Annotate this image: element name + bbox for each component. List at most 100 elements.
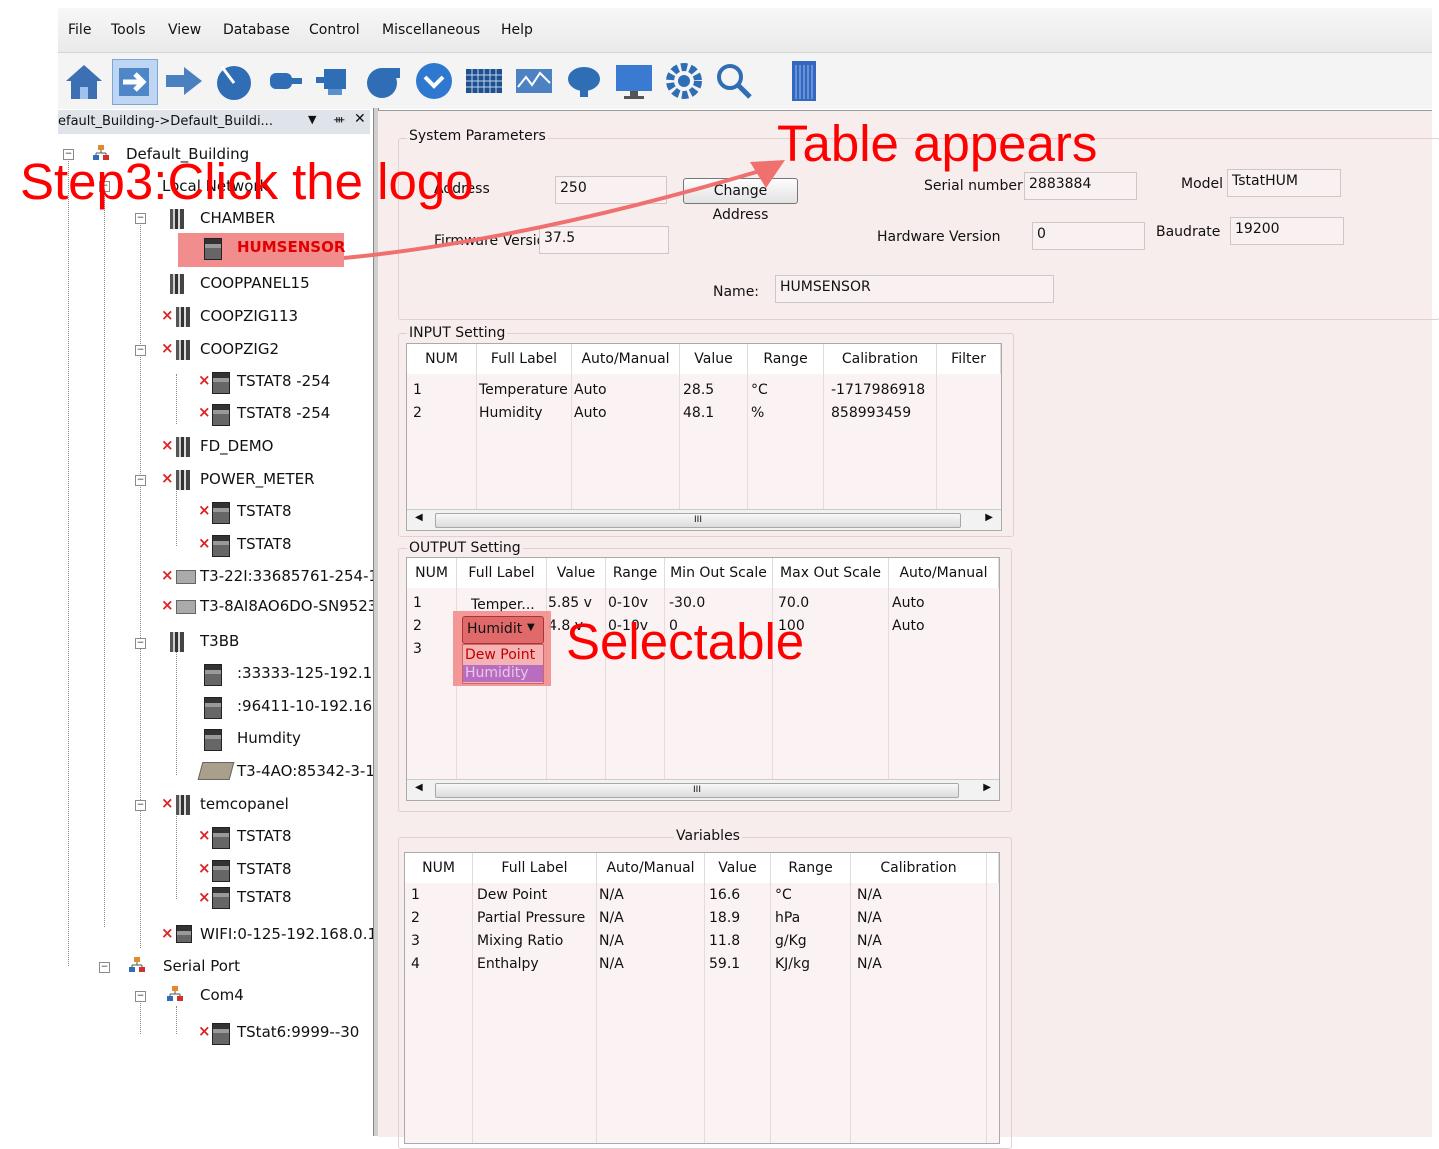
dropdown-list[interactable]: Dew Point Humidity [462, 644, 544, 684]
serial-number-field[interactable]: 2883884 [1024, 172, 1137, 200]
expand-toggle[interactable]: − [135, 345, 146, 356]
tree-node-tstat8[interactable]: TSTAT8 [237, 535, 292, 553]
tree-node-power-meter[interactable]: POWER_METER [200, 470, 315, 488]
column-header[interactable]: Max Out Scale [773, 558, 889, 588]
tree-node-tstat8-254[interactable]: TSTAT8 -254 [237, 372, 330, 390]
column-header[interactable]: NUM [405, 853, 473, 883]
column-header[interactable]: Full Label [473, 853, 597, 883]
tree-node-t3-8ai[interactable]: T3-8AI8AO6DO-SN95238 [200, 597, 373, 615]
scroll-right-icon[interactable]: ▶ [983, 782, 991, 793]
output-setting-title: OUTPUT Setting [407, 540, 523, 556]
sensor-icon[interactable] [262, 59, 306, 103]
tree-node-humdity[interactable]: Humdity [237, 729, 301, 747]
column-header[interactable]: NUM [407, 558, 457, 588]
column-header[interactable]: Full Label [457, 558, 547, 588]
input-table[interactable]: NUM Full Label Auto/Manual Value Range C… [406, 343, 1002, 531]
scroll-thumb[interactable]: III [435, 783, 959, 798]
column-header[interactable]: Range [748, 344, 824, 374]
offline-icon: × [198, 1022, 211, 1040]
expand-toggle[interactable]: − [135, 991, 146, 1002]
tree-node-coopzig113[interactable]: COOPZIG113 [200, 307, 298, 325]
dropdown-option-dew-point[interactable]: Dew Point [465, 647, 535, 663]
full-label-select[interactable]: Humidit ▼ [462, 616, 544, 644]
column-header[interactable]: Auto/Manual [889, 558, 999, 588]
tree-node-t3-22i[interactable]: T3-22I:33685761-254-192 [200, 567, 373, 585]
wave-icon[interactable] [512, 59, 556, 103]
menu-view[interactable]: View [168, 22, 201, 38]
tree-node-temcopanel[interactable]: temcopanel [200, 795, 289, 813]
expand-toggle[interactable]: − [135, 475, 146, 486]
scroll-left-icon[interactable]: ◀ [415, 782, 423, 793]
expand-toggle[interactable]: − [135, 638, 146, 649]
model-field[interactable]: TstatHUM [1227, 169, 1341, 197]
column-header[interactable]: Auto/Manual [597, 853, 705, 883]
column-header[interactable]: Auto/Manual [572, 344, 680, 374]
column-header[interactable]: Calibration [851, 853, 987, 883]
tree-node-t3bb[interactable]: T3BB [200, 632, 239, 650]
arrow-right-icon[interactable] [162, 59, 206, 103]
home-icon[interactable] [62, 59, 106, 103]
column-header[interactable]: Filter [937, 344, 1001, 374]
column-header[interactable]: Range [771, 853, 851, 883]
horizontal-scrollbar[interactable]: ◀ III ▶ [407, 779, 999, 800]
connect-icon[interactable] [112, 59, 158, 105]
tree-node-bb-device[interactable]: :33333-125-192.168 [237, 664, 373, 682]
expand-toggle[interactable]: − [99, 962, 110, 973]
building-icon[interactable] [784, 59, 828, 103]
chevron-down-circle-icon[interactable] [412, 59, 456, 103]
dropdown-arrow-icon[interactable]: ▼ [308, 113, 316, 126]
tree-node-tstat8-254[interactable]: TSTAT8 -254 [237, 404, 330, 422]
tree-node-cooppanel15[interactable]: COOPPANEL15 [200, 274, 310, 292]
tree-node-tstat8[interactable]: TSTAT8 [237, 502, 292, 520]
menu-file[interactable]: File [68, 22, 91, 38]
tree-node-tstat8[interactable]: TSTAT8 [237, 827, 292, 845]
tree-node-com4[interactable]: Com4 [200, 986, 244, 1004]
grid-icon[interactable] [462, 59, 506, 103]
column-header[interactable]: Range [606, 558, 665, 588]
tree-node-t3-4ao[interactable]: T3-4AO:85342-3-19 [237, 762, 373, 780]
expand-toggle[interactable]: − [135, 213, 146, 224]
tree-node-wifi[interactable]: WIFI:0-125-192.168.0.14 [200, 925, 373, 943]
horizontal-scrollbar[interactable]: ◀ III ▶ [407, 509, 1001, 530]
hardware-version-field[interactable]: 0 [1032, 222, 1145, 250]
column-header[interactable]: Full Label [477, 344, 572, 374]
tree-node-serial-port[interactable]: Serial Port [163, 957, 240, 975]
menu-database[interactable]: Database [223, 22, 290, 38]
menu-control[interactable]: Control [309, 22, 360, 38]
column-header[interactable]: Value [705, 853, 771, 883]
close-icon[interactable]: ✕ [354, 111, 366, 127]
menu-help[interactable]: Help [501, 22, 533, 38]
column-header[interactable]: Value [680, 344, 748, 374]
name-field[interactable]: HUMSENSOR [775, 275, 1054, 303]
scroll-left-icon[interactable]: ◀ [415, 512, 423, 523]
expand-toggle[interactable]: − [135, 800, 146, 811]
pin-icon[interactable]: ᚒ [334, 113, 344, 126]
column-header[interactable]: NUM [407, 344, 477, 374]
tree-node-tstat8[interactable]: TSTAT8 [237, 888, 292, 906]
fan-icon[interactable] [362, 59, 406, 103]
variables-table[interactable]: NUM Full Label Auto/Manual Value Range C… [404, 852, 1000, 1144]
gear-icon[interactable] [662, 59, 706, 103]
dropdown-option-humidity[interactable]: Humidity [463, 665, 543, 682]
scroll-thumb[interactable]: III [435, 513, 961, 528]
search-icon[interactable] [712, 59, 756, 103]
baudrate-field[interactable]: 19200 [1230, 217, 1344, 245]
output-icon[interactable] [312, 59, 356, 103]
input-setting-title: INPUT Setting [407, 325, 508, 341]
column-header[interactable]: Calibration [824, 344, 937, 374]
scroll-right-icon[interactable]: ▶ [985, 512, 993, 523]
tree-node-tstat6[interactable]: TStat6:9999--30 [237, 1023, 359, 1041]
menu-tools[interactable]: Tools [111, 22, 146, 38]
tree-node-chamber[interactable]: CHAMBER [200, 209, 275, 227]
monitor-icon[interactable] [612, 59, 656, 103]
gauge-icon[interactable] [212, 59, 256, 103]
tree-node-coopzig2[interactable]: COOPZIG2 [200, 340, 279, 358]
menu-miscellaneous[interactable]: Miscellaneous [382, 22, 480, 38]
column-header[interactable]: Value [547, 558, 606, 588]
column-header[interactable]: Min Out Scale [665, 558, 773, 588]
tree-node-bb-device[interactable]: :96411-10-192.168.0 [237, 697, 373, 715]
tree-node-fd-demo[interactable]: FD_DEMO [200, 437, 273, 455]
tree-node-tstat8[interactable]: TSTAT8 [237, 860, 292, 878]
hardware-version-label: Hardware Version [877, 229, 1001, 245]
dish-icon[interactable] [562, 59, 606, 103]
